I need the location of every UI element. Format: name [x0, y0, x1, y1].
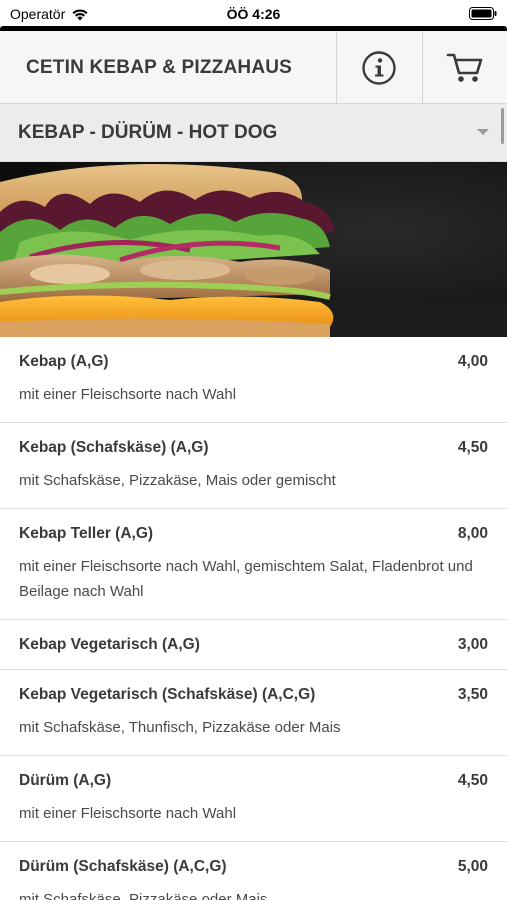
category-dropdown[interactable]: KEBAP - DÜRÜM - HOT DOG: [0, 104, 507, 162]
menu-item[interactable]: Dürüm (Schafskäse) (A,C,G) 5,00 mit Schafs…: [0, 842, 507, 900]
item-name: Dürüm (A,G): [19, 772, 112, 789]
item-name: Kebap (A,G): [19, 353, 109, 370]
clock: ÖÖ 4:26: [226, 6, 281, 22]
menu-list: Kebap (A,G) 4,00 mit einer Fleischsorte na…: [0, 337, 507, 900]
item-name: Kebap Vegetarisch (Schafskäse) (A,C,G): [19, 686, 316, 703]
menu-item[interactable]: Kebap (A,G) 4,00 mit einer Fleischsorte na…: [0, 337, 507, 423]
chevron-down-icon: [477, 129, 489, 135]
menu-item[interactable]: Kebap Vegetarisch (A,G) 3,00: [0, 620, 507, 670]
menu-item[interactable]: Dürüm (A,G) 4,50 mit einer Fleischsorte na…: [0, 756, 507, 842]
item-price: 4,50: [457, 439, 488, 456]
menu-item[interactable]: Kebap (Schafskäse) (A,G) 4,50 mit Schafskä…: [0, 423, 507, 509]
item-description: mit Schafskäse, Pizzakäse oder Mais: [19, 891, 268, 900]
info-button[interactable]: [336, 31, 421, 104]
restaurant-title: CETIN KEBAP & PIZZAHAUS: [26, 57, 293, 78]
kebab-sandwich-image: [0, 162, 507, 337]
info-icon: [362, 50, 396, 85]
item-price: 3,00: [457, 636, 488, 653]
item-description: mit Schafskäse, Thunfisch, Pizzakäse ode…: [19, 719, 341, 736]
item-price: 8,00: [457, 525, 488, 542]
cart-button[interactable]: [422, 31, 507, 104]
item-price: 4,50: [457, 772, 488, 789]
scroll-indicator[interactable]: [501, 108, 504, 144]
menu-item[interactable]: Kebap Teller (A,G) 8,00 mit einer Fleischs…: [0, 509, 507, 620]
cart-icon: [446, 53, 483, 82]
item-price: 3,50: [457, 686, 488, 703]
app-header: CETIN KEBAP & PIZZAHAUS: [0, 31, 507, 104]
category-hero-image: [0, 162, 507, 337]
item-name: Kebap Vegetarisch (A,G): [19, 636, 200, 653]
menu-item[interactable]: Kebap Vegetarisch (Schafskäse) (A,C,G) 3,…: [0, 670, 507, 756]
item-price: 4,00: [457, 353, 488, 370]
item-description: mit einer Fleischsorte nach Wahl: [19, 386, 237, 403]
status-bar: Operatör ÖÖ 4:26: [0, 0, 507, 31]
item-description: mit einer Fleischsorte nach Wahl, gemisc…: [19, 558, 473, 600]
item-name: Kebap (Schafskäse) (A,G): [19, 439, 209, 456]
category-label: KEBAP - DÜRÜM - HOT DOG: [18, 122, 278, 143]
item-price: 5,00: [457, 858, 488, 875]
item-name: Kebap Teller (A,G): [19, 525, 154, 542]
item-name: Dürüm (Schafskäse) (A,C,G): [19, 858, 227, 875]
item-description: mit einer Fleischsorte nach Wahl: [19, 805, 237, 822]
battery-icon: [469, 7, 497, 20]
item-description: mit Schafskäse, Pizzakäse, Mais oder gem…: [19, 472, 336, 489]
